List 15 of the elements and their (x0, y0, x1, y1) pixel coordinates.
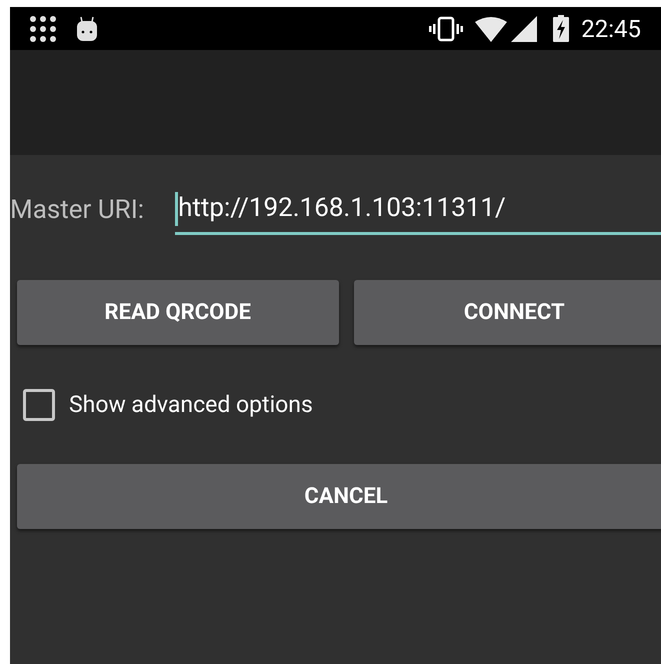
android-icon (76, 16, 98, 42)
master-uri-label: Master URI: (10, 194, 144, 226)
text-cursor (175, 192, 178, 226)
wifi-icon (475, 16, 508, 42)
clock-time: 22:45 (581, 14, 641, 44)
cancel-button[interactable]: CANCEL (17, 464, 661, 528)
uri-field[interactable]: http://192.168.1.103:11311/ (175, 185, 661, 235)
battery-charging-icon (553, 15, 570, 42)
apps-grid-icon (30, 16, 56, 42)
action-button[interactable]: READ QRCODE (17, 280, 338, 345)
vibrate-icon (429, 16, 464, 42)
action-button[interactable]: CONNECT (354, 280, 661, 345)
signal-icon (511, 16, 538, 42)
advanced-options-label: Show advanced options (69, 390, 313, 420)
advanced-options-checkbox[interactable] (23, 389, 55, 422)
